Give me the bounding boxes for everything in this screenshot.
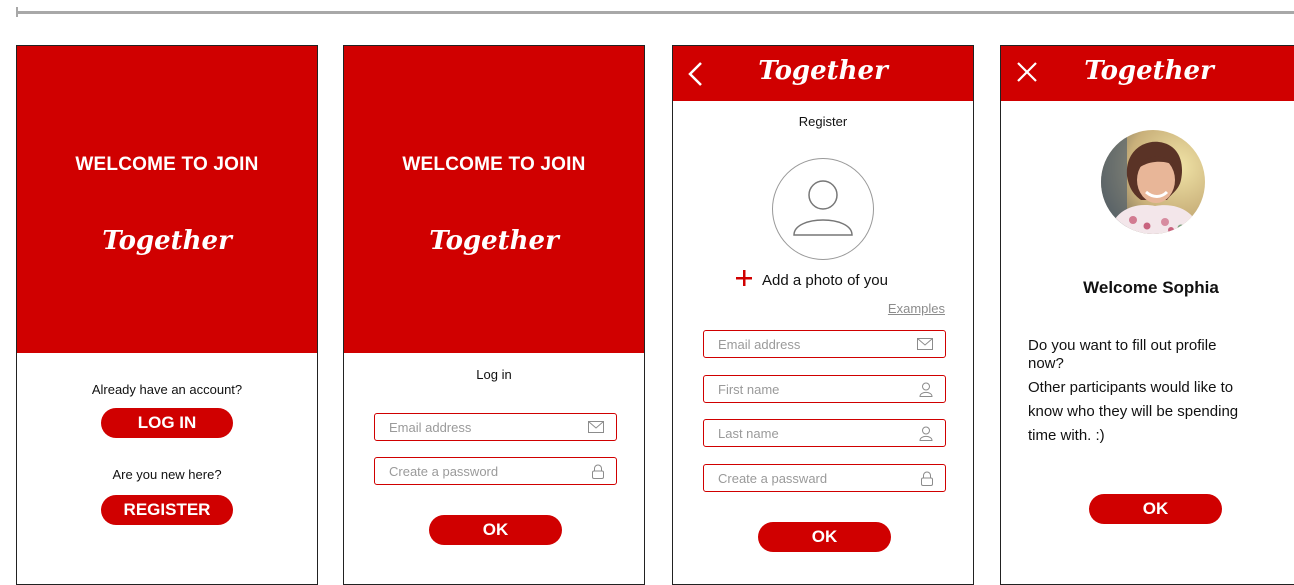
first-name-placeholder: First name [718,381,780,397]
avatar-placeholder[interactable] [772,158,874,260]
lock-icon [592,464,604,479]
screen-login: WELCOME TO JOIN Together Log in Email ad… [343,45,645,585]
email-field[interactable]: Email address [703,330,946,358]
screen-welcome: WELCOME TO JOIN Together Already have an… [16,45,318,585]
brand-logo: Together [102,226,232,256]
app-bar: Together [1001,46,1294,101]
profile-message: Do you want to fill out profile now? Oth… [1028,334,1289,448]
last-name-field[interactable]: Last name [703,419,946,447]
password-field[interactable]: Create a passward [703,464,946,492]
brand-logo: Together [1084,56,1214,86]
welcome-heading: Welcome Sophia [1083,278,1219,297]
register-button[interactable]: REGISTER [101,495,233,525]
brand-logo: Together [429,226,559,256]
person-icon [919,382,933,397]
envelope-icon [917,338,933,350]
lock-icon [921,471,933,486]
person-icon [919,426,933,441]
hero-title: WELCOME TO JOIN [75,154,259,175]
login-button[interactable]: LOG IN [101,408,233,438]
last-name-placeholder: Last name [718,425,779,441]
first-name-field[interactable]: First name [703,375,946,403]
email-placeholder: Email address [718,336,801,352]
welcome-hero: WELCOME TO JOIN Together [17,46,317,353]
hero-title: WELCOME TO JOIN [402,154,586,175]
brand-logo: Together [758,56,888,86]
login-heading: Log in [476,367,512,382]
password-field[interactable]: Create a password [374,457,617,485]
timeline-divider [16,11,1294,14]
ok-button[interactable]: OK [758,522,891,552]
register-heading: Register [798,114,848,129]
add-photo-label: Add a photo of you [762,272,888,289]
message-line: time with. :) [1028,427,1105,444]
screen-register: Together Register Add a photo of you Exa… [672,45,974,585]
email-placeholder: Email address [389,419,472,435]
envelope-icon [588,421,604,433]
register-prompt: Are you new here? [112,467,222,482]
profile-photo [1101,130,1205,234]
screen-welcome-profile: Together Welcome Sophia Do you want to f… [1000,45,1294,585]
ok-button[interactable]: OK [429,515,562,545]
password-placeholder: Create a passward [718,470,828,486]
examples-link[interactable]: Examples [888,301,945,316]
message-line: Other participants would like to [1028,379,1234,396]
password-placeholder: Create a password [389,463,499,479]
app-bar: Together [673,46,973,101]
email-field[interactable]: Email address [374,413,617,441]
welcome-hero: WELCOME TO JOIN Together [344,46,644,353]
ok-button[interactable]: OK [1089,494,1222,524]
plus-icon [736,270,752,291]
add-photo-control[interactable]: Add a photo of you [736,270,888,291]
message-line: know who they will be spending [1028,403,1239,420]
login-prompt: Already have an account? [91,382,243,397]
